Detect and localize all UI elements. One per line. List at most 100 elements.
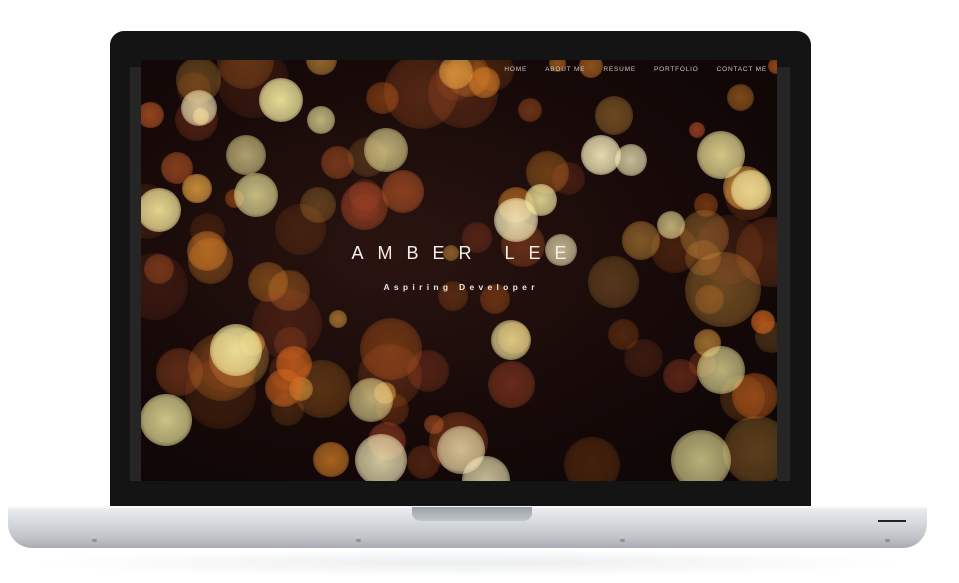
laptop-foot (356, 539, 361, 542)
bokeh-light (210, 324, 262, 376)
bokeh-light (141, 184, 173, 239)
nav-contact-me-link[interactable]: CONTACT ME (717, 66, 767, 73)
bokeh-light (438, 60, 473, 90)
bokeh-light (357, 343, 423, 409)
bokeh-light (329, 310, 348, 329)
bokeh-light (722, 415, 777, 481)
bokeh-light (176, 71, 211, 106)
bokeh-light (209, 327, 270, 388)
hero-tagline: Aspiring Developer (383, 282, 539, 292)
laptop-indicator-mark (878, 520, 906, 522)
bokeh-light (488, 361, 536, 409)
bokeh-light (722, 165, 767, 210)
laptop-foot (885, 539, 890, 542)
bokeh-light (725, 173, 772, 221)
nav-home-link[interactable]: HOME (504, 66, 527, 73)
bokeh-light (581, 135, 621, 175)
bokeh-light (473, 60, 515, 91)
bokeh-light (469, 66, 501, 98)
bokeh-light (688, 350, 716, 378)
bokeh-light (693, 329, 722, 357)
nav-about-me-link[interactable]: ABOUT ME (545, 66, 585, 73)
bokeh-light (526, 151, 569, 195)
bokeh-light (185, 358, 256, 430)
bokeh-light (697, 346, 745, 394)
bokeh-light (306, 60, 337, 76)
bokeh-light (374, 382, 396, 404)
bokeh-light (657, 211, 685, 239)
bokeh-light (313, 441, 349, 477)
bokeh-light (731, 170, 771, 210)
bokeh-light (719, 375, 766, 421)
laptop-foot (92, 539, 97, 542)
bokeh-light (437, 426, 485, 474)
bokeh-light (355, 434, 407, 481)
bokeh-light (624, 338, 663, 378)
bokeh-light (269, 351, 309, 392)
bokeh-light (517, 98, 542, 123)
bokeh-light (226, 135, 266, 175)
nav-portfolio-link[interactable]: PORTFOLIO (654, 66, 699, 73)
bokeh-light (462, 456, 510, 481)
bokeh-light (341, 182, 389, 230)
bokeh-light (141, 101, 164, 128)
bokeh-light (264, 369, 304, 408)
bokeh-light (366, 81, 400, 115)
bokeh-light (407, 350, 449, 392)
laptop-shadow (30, 549, 910, 577)
bokeh-light (751, 310, 776, 335)
bokeh-light (435, 62, 475, 102)
bokeh-light (141, 188, 181, 232)
bokeh-light (382, 170, 425, 213)
bokeh-light (594, 96, 633, 135)
bokeh-light (608, 319, 640, 351)
bokeh-light (367, 422, 406, 461)
bokeh-light (275, 346, 312, 383)
bokeh-light (697, 131, 745, 179)
bokeh-light (498, 322, 530, 355)
bokeh-light (155, 348, 204, 397)
bokeh-light (732, 373, 777, 420)
bokeh-light (350, 193, 379, 222)
bokeh-light (564, 437, 620, 481)
bokeh-light (494, 198, 538, 242)
hero-name-heading: AMBER LEE (351, 243, 581, 263)
nav-resume-link[interactable]: RESUME (603, 66, 636, 73)
bokeh-light (347, 137, 387, 177)
bokeh-light (182, 173, 213, 204)
bokeh-light (217, 60, 274, 89)
bokeh-light (175, 60, 222, 103)
bokeh-light (216, 60, 290, 118)
bokeh-light (292, 359, 351, 418)
bokeh-light (551, 161, 585, 195)
bokeh-light (181, 90, 217, 126)
bokeh-light (349, 178, 382, 212)
bokeh-light (428, 411, 488, 472)
bokeh-light (693, 193, 718, 217)
bokeh-light (192, 108, 209, 125)
bokeh-light (754, 321, 777, 354)
bokeh-light (198, 337, 254, 393)
bokeh-light (383, 60, 459, 130)
bokeh-light (525, 184, 557, 216)
bokeh-light (187, 332, 257, 401)
bokeh-light (274, 326, 307, 359)
bokeh-light (349, 378, 393, 422)
bokeh-light (288, 376, 313, 402)
bokeh-light (259, 78, 303, 122)
bokeh-light (767, 60, 777, 75)
laptop-opening-notch (412, 507, 532, 521)
bokeh-light (300, 187, 337, 224)
laptop-foot (620, 539, 625, 542)
bokeh-light (174, 97, 219, 142)
bokeh-light (234, 173, 278, 217)
bokeh-light (671, 430, 731, 481)
bokeh-light (307, 106, 335, 134)
bokeh-light (321, 145, 354, 179)
bokeh-light (375, 392, 410, 427)
bokeh-light (424, 414, 444, 435)
bokeh-light (224, 188, 245, 209)
bokeh-light (491, 320, 531, 360)
bokeh-light (364, 128, 408, 172)
bokeh-light (360, 317, 423, 380)
